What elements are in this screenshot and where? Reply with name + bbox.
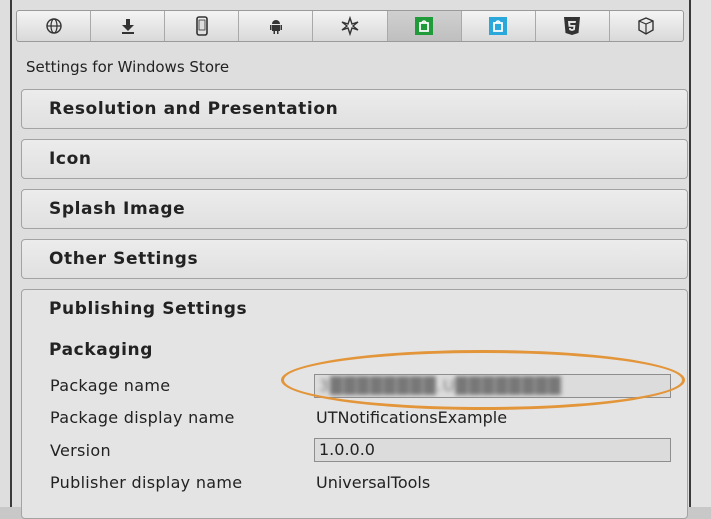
windows-phone-icon <box>489 17 508 35</box>
phone-icon <box>195 16 208 36</box>
platform-tabbar <box>16 10 684 42</box>
publishing-settings-panel: Publishing Settings Packaging Package na… <box>21 289 688 519</box>
packaging-heading: Packaging <box>49 340 153 360</box>
foldout-label: Icon <box>49 149 92 169</box>
package-name-label: Package name <box>50 376 171 395</box>
tab-windows-phone[interactable] <box>462 11 536 41</box>
foldout-label: Other Settings <box>49 249 199 269</box>
package-display-name-value: UTNotificationsExample <box>316 408 508 427</box>
package-name-value: 3████████.U████████ <box>319 376 562 395</box>
foldout-icon[interactable]: Icon <box>21 139 688 179</box>
player-settings-window: Settings for Windows Store Resolution an… <box>0 0 711 519</box>
tab-ios[interactable] <box>165 11 240 41</box>
tab-android[interactable] <box>239 11 314 41</box>
tab-windows-store[interactable] <box>387 11 462 41</box>
windows-store-green-icon <box>415 17 434 35</box>
box-icon <box>638 17 655 35</box>
publisher-display-name-value: UniversalTools <box>316 473 431 492</box>
version-field[interactable]: 1.0.0.0 <box>314 438 671 462</box>
version-value: 1.0.0.0 <box>319 440 375 459</box>
globe-icon <box>45 18 62 34</box>
tab-webgl[interactable] <box>536 11 610 41</box>
window-right-border <box>689 0 691 507</box>
publishing-settings-header[interactable]: Publishing Settings <box>49 299 247 319</box>
tab-webplayer[interactable] <box>91 11 166 41</box>
publisher-display-name-label: Publisher display name <box>50 473 243 492</box>
inspector-content: Settings for Windows Store Resolution an… <box>12 0 689 519</box>
tab-standalone[interactable] <box>17 11 92 41</box>
version-label: Version <box>50 441 111 460</box>
foldout-other-settings[interactable]: Other Settings <box>21 239 688 279</box>
foldout-resolution-and-presentation[interactable]: Resolution and Presentation <box>21 89 688 129</box>
foldout-label: Splash Image <box>49 199 186 219</box>
package-display-name-label: Package display name <box>50 408 235 427</box>
settings-title: Settings for Windows Store <box>26 58 230 76</box>
foldout-label: Resolution and Presentation <box>49 99 339 119</box>
foldout-splash-image[interactable]: Splash Image <box>21 189 688 229</box>
package-name-field[interactable]: 3████████.U████████ <box>314 374 671 398</box>
tab-other[interactable] <box>610 11 683 41</box>
html5-icon <box>564 17 581 35</box>
tab-blackberry[interactable] <box>313 11 388 41</box>
download-icon <box>121 19 134 34</box>
android-icon <box>269 20 282 34</box>
blackberry-icon <box>341 16 359 36</box>
